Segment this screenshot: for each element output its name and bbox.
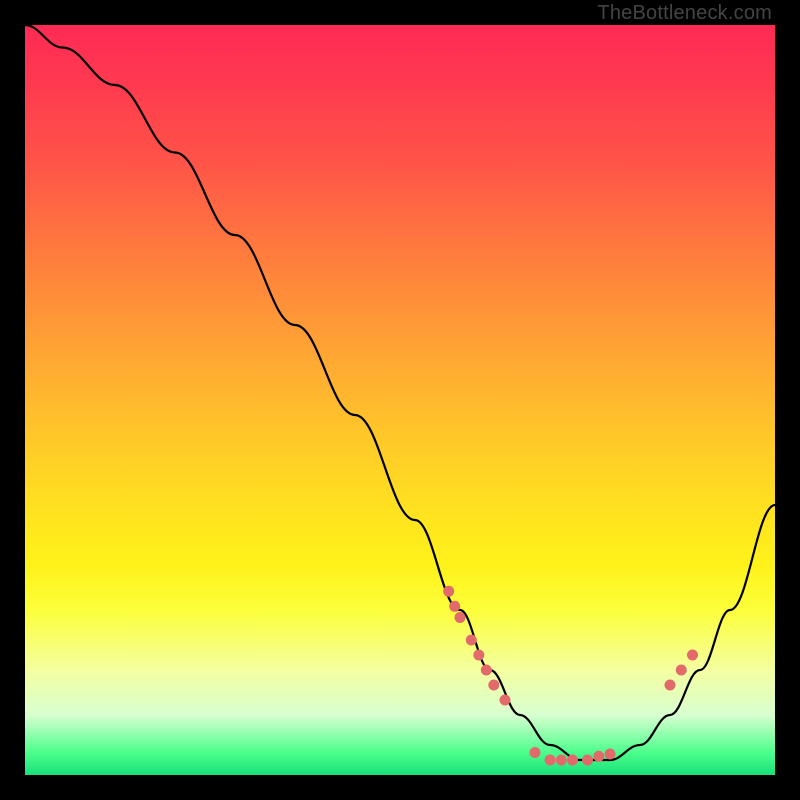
data-marker bbox=[488, 680, 499, 691]
data-marker bbox=[605, 749, 616, 760]
chart-svg bbox=[25, 25, 775, 775]
data-marker bbox=[500, 695, 511, 706]
data-marker bbox=[455, 612, 466, 623]
data-marker bbox=[449, 601, 460, 612]
data-marker bbox=[481, 665, 492, 676]
chart-area bbox=[25, 25, 775, 775]
data-marker bbox=[473, 650, 484, 661]
data-marker bbox=[687, 650, 698, 661]
data-marker bbox=[556, 755, 567, 766]
data-marker bbox=[582, 755, 593, 766]
bottleneck-curve bbox=[25, 25, 775, 760]
data-marker bbox=[665, 680, 676, 691]
data-marker bbox=[676, 665, 687, 676]
data-marker bbox=[567, 755, 578, 766]
data-marker bbox=[593, 751, 604, 762]
data-marker bbox=[530, 747, 541, 758]
data-marker bbox=[466, 635, 477, 646]
watermark-label: TheBottleneck.com bbox=[597, 2, 772, 25]
data-markers bbox=[443, 586, 698, 766]
data-marker bbox=[443, 586, 454, 597]
data-marker bbox=[545, 755, 556, 766]
